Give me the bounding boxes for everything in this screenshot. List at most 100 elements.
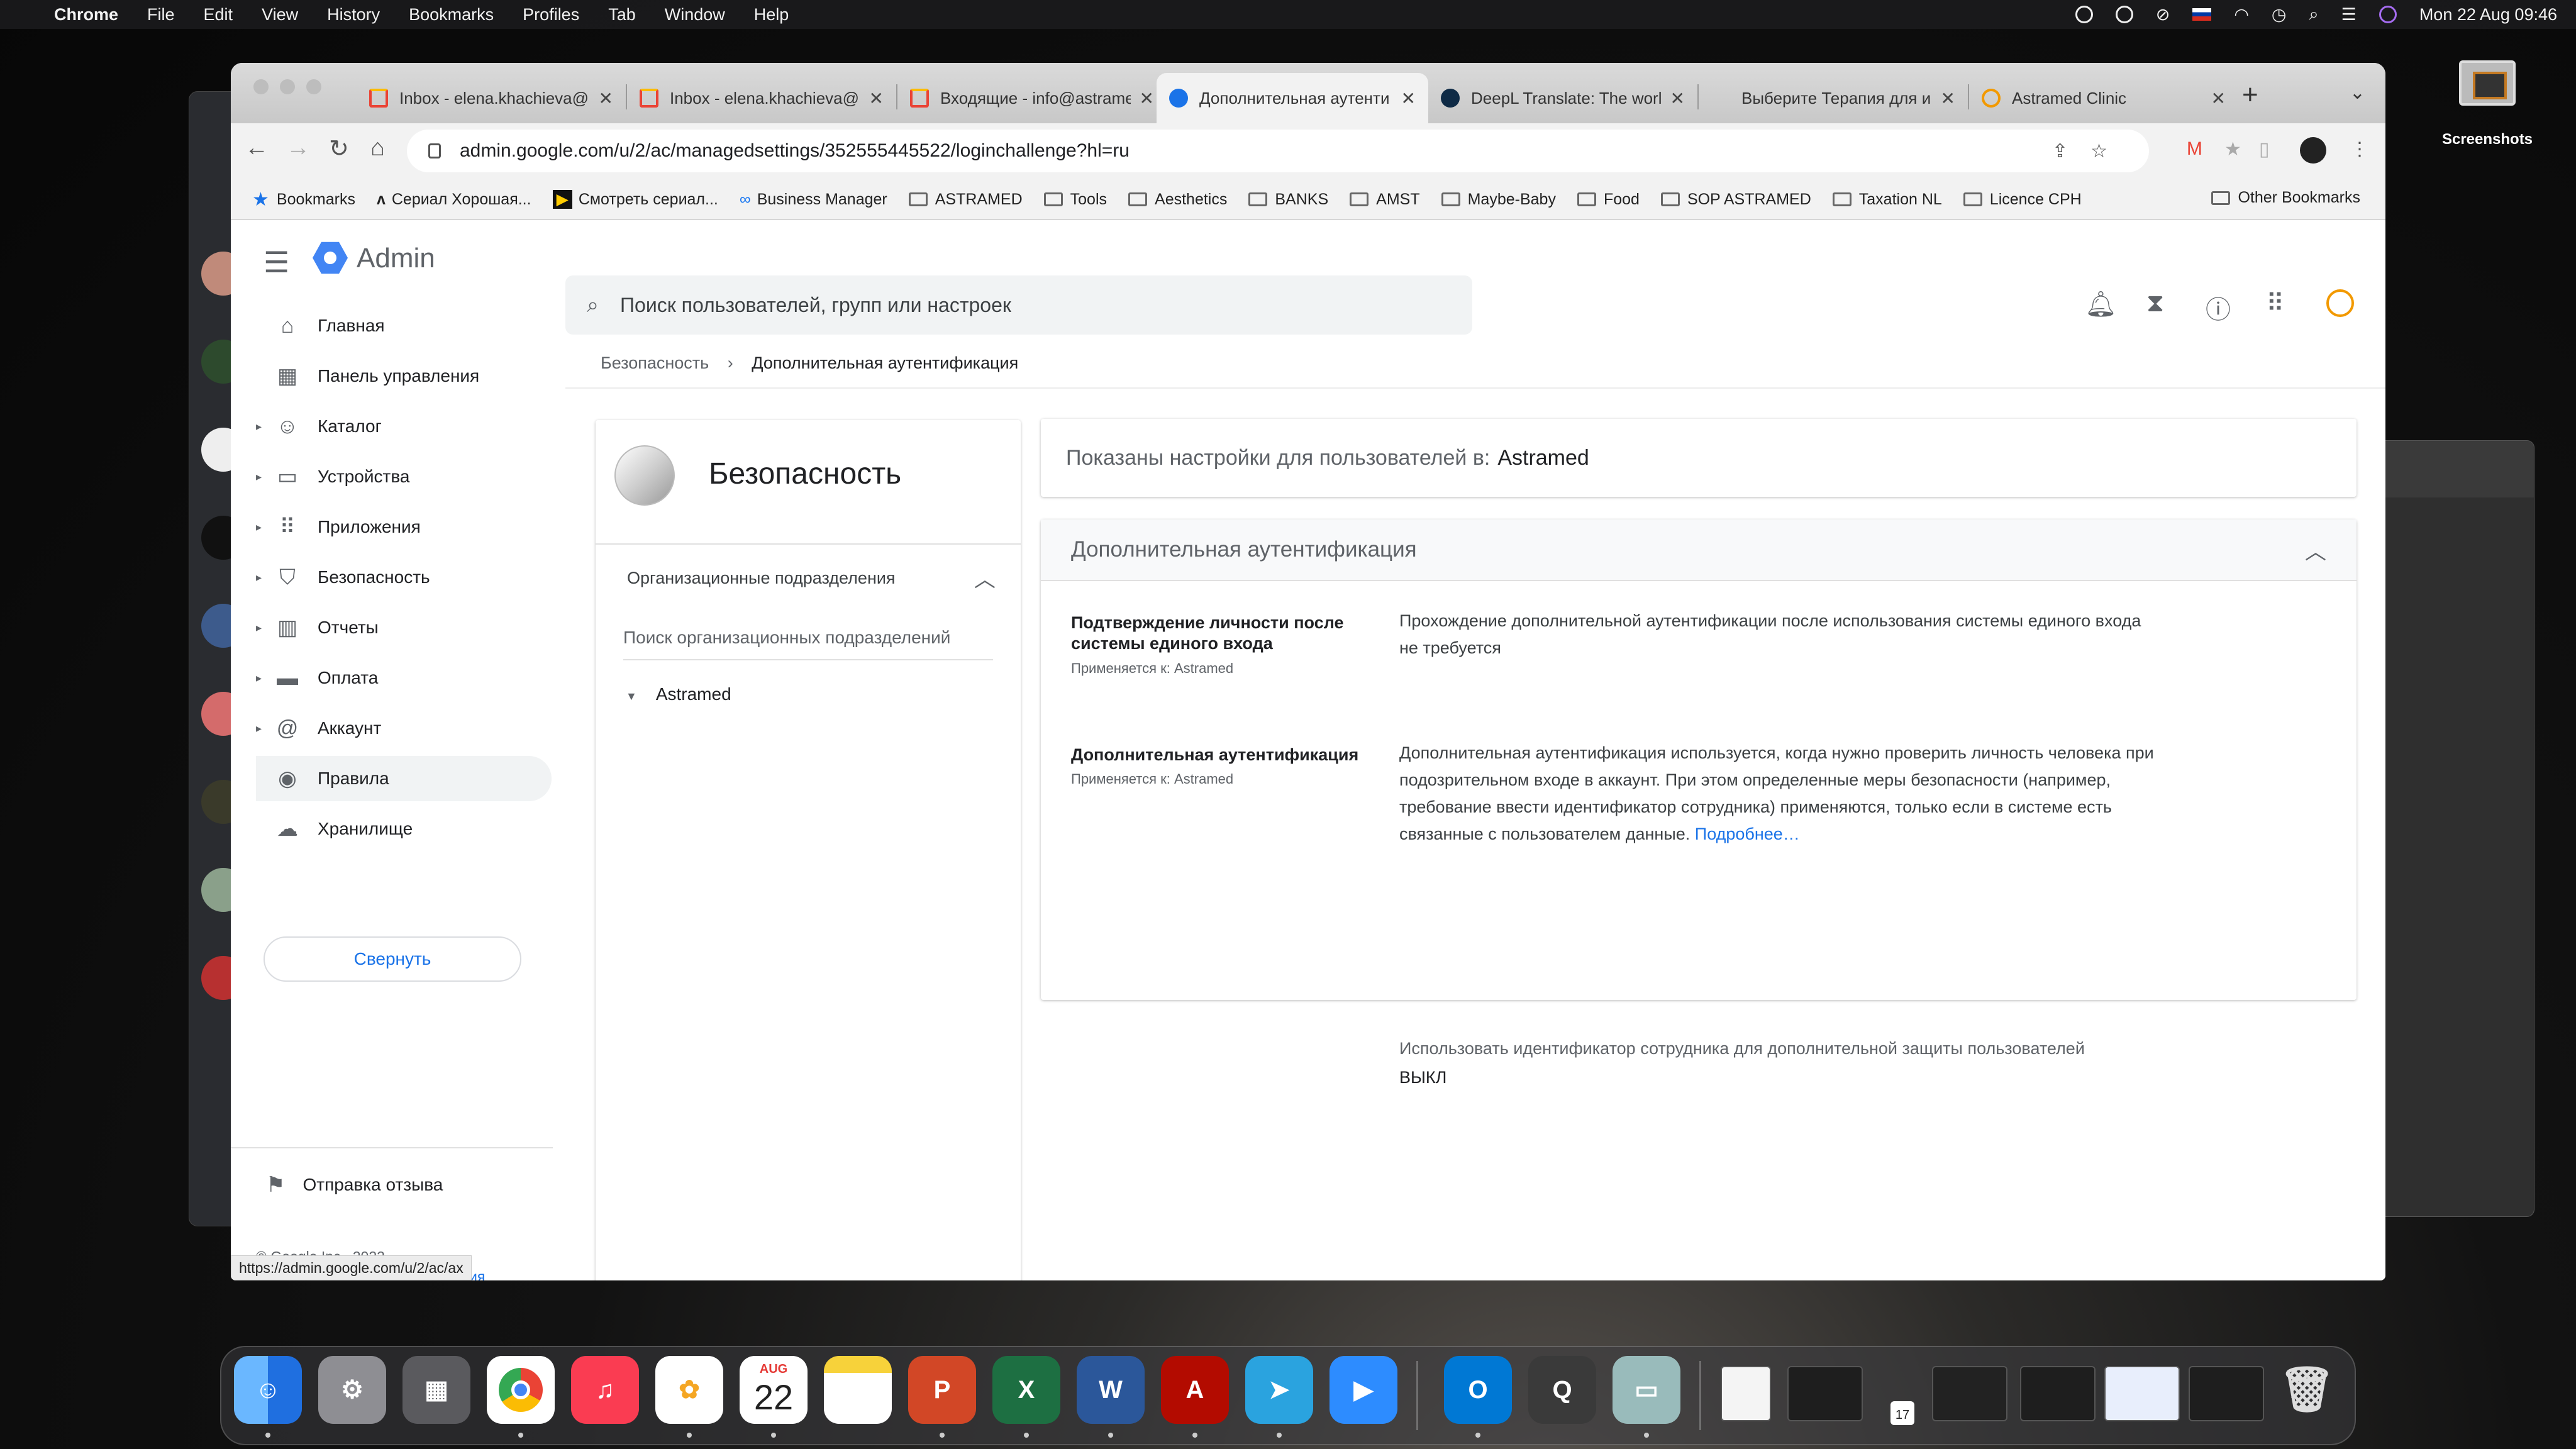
- excel-icon[interactable]: X: [992, 1356, 1060, 1424]
- ou-header[interactable]: Организационные подразделения: [627, 569, 896, 588]
- close-window-button[interactable]: [253, 79, 269, 94]
- telegram-status-icon[interactable]: [2115, 6, 2133, 23]
- creative-cloud-icon[interactable]: [2075, 6, 2093, 23]
- bookmark-folder-licence[interactable]: Licence CPH: [1963, 191, 2082, 209]
- notifications-bell-icon[interactable]: 🔔︎: [2085, 289, 2117, 319]
- bookmark-folder-aesthetics[interactable]: Aesthetics: [1128, 191, 1227, 209]
- quicktime-icon[interactable]: Q: [1528, 1356, 1596, 1424]
- nav-devices[interactable]: ▸ ▭ Устройства: [256, 454, 552, 499]
- notes-icon[interactable]: [824, 1356, 892, 1424]
- bookmark-bookmarks[interactable]: ★ Bookmarks: [252, 189, 355, 211]
- powerpoint-icon[interactable]: P: [908, 1356, 976, 1424]
- address-bar[interactable]: admin.google.com/u/2/ac/managedsettings/…: [407, 130, 2149, 172]
- system-preferences-icon[interactable]: ⚙: [318, 1356, 386, 1424]
- document-thumbnail[interactable]: [1721, 1366, 1771, 1421]
- bookmark-folder-maybe-baby[interactable]: Maybe-Baby: [1441, 191, 1556, 209]
- extensions-icon[interactable]: ▯: [2259, 138, 2270, 160]
- chrome-icon[interactable]: [487, 1356, 555, 1424]
- gmail-extension-icon[interactable]: M: [2187, 138, 2202, 160]
- menu-file[interactable]: File: [147, 5, 175, 25]
- admin-logo-text[interactable]: Admin: [357, 243, 435, 274]
- nav-home[interactable]: ⌂ Главная: [256, 303, 552, 348]
- back-icon[interactable]: ←: [245, 135, 269, 162]
- window-thumbnail[interactable]: [1932, 1366, 2007, 1421]
- caret-down-icon[interactable]: ▼: [626, 690, 637, 702]
- learn-more-link[interactable]: Подробнее…: [1695, 824, 1800, 843]
- nav-account[interactable]: ▸ @ Аккаунт: [256, 706, 552, 751]
- bookmark-folder-amst[interactable]: AMST: [1350, 191, 1420, 209]
- screenshots-folder-icon[interactable]: [2459, 60, 2516, 106]
- tasks-hourglass-icon[interactable]: ⧗: [2146, 289, 2164, 318]
- finder-icon[interactable]: ☺: [234, 1356, 302, 1424]
- nav-rules[interactable]: ◉ Правила: [256, 756, 552, 801]
- siri-icon[interactable]: [2379, 6, 2397, 23]
- tab-deepl[interactable]: DeepL Translate: The worl ✕: [1428, 73, 1697, 123]
- menu-view[interactable]: View: [262, 5, 298, 25]
- close-tab-icon[interactable]: ✕: [1401, 88, 1416, 109]
- nav-billing[interactable]: ▸ ▬ Оплата: [256, 655, 552, 701]
- account-avatar[interactable]: [2326, 289, 2354, 317]
- collapse-button[interactable]: Свернуть: [264, 936, 521, 982]
- apps-grid-icon[interactable]: ⠿: [2266, 289, 2284, 318]
- menu-help[interactable]: Help: [754, 5, 789, 25]
- control-center-icon[interactable]: ☰: [2341, 5, 2357, 25]
- tab-search-icon[interactable]: ⌄: [2350, 82, 2365, 104]
- close-tab-icon[interactable]: ✕: [1941, 88, 1955, 109]
- bookmark-folder-astramed[interactable]: ASTRAMED: [908, 191, 1023, 209]
- bookmark-business-manager[interactable]: ∞ Business Manager: [740, 191, 887, 209]
- bookmark-folder-taxation[interactable]: Taxation NL: [1832, 191, 1942, 209]
- bookmark-folder-banks[interactable]: BANKS: [1248, 191, 1328, 209]
- help-icon[interactable]: ⓘ: [2206, 289, 2231, 326]
- acrobat-icon[interactable]: A: [1161, 1356, 1229, 1424]
- zoom-window-button[interactable]: [306, 79, 321, 94]
- tab-gmail-inbox-1[interactable]: Inbox - elena.khachieva@ ✕: [357, 73, 626, 123]
- trash-icon[interactable]: 🗑︎: [2273, 1356, 2341, 1424]
- chevron-up-icon[interactable]: ︿: [2305, 535, 2326, 565]
- minimize-window-button[interactable]: [280, 79, 295, 94]
- close-tab-icon[interactable]: ✕: [599, 88, 613, 109]
- tab-gmail-inbox-info[interactable]: Входящие - info@astrame ✕: [897, 73, 1167, 123]
- menu-profiles[interactable]: Profiles: [523, 5, 579, 25]
- background-window-right[interactable]: [2377, 440, 2534, 1217]
- wifi-icon[interactable]: ◠: [2234, 5, 2249, 25]
- admin-search-bar[interactable]: ⌕ Поиск пользователей, групп или настрое…: [565, 275, 1472, 335]
- menu-clock[interactable]: Mon 22 Aug 09:46: [2419, 5, 2557, 25]
- window-thumbnail[interactable]: [2189, 1366, 2264, 1421]
- menu-tab[interactable]: Tab: [608, 5, 636, 25]
- section-header[interactable]: Дополнительная аутентификация ︿: [1041, 519, 2357, 581]
- tab-astramed-clinic[interactable]: Astramed Clinic ✕: [1969, 73, 2238, 123]
- menu-icon[interactable]: ☰: [264, 245, 289, 279]
- forward-icon[interactable]: →: [286, 135, 310, 162]
- ou-tree-item-astramed[interactable]: ▼ Astramed: [626, 684, 731, 704]
- menu-history[interactable]: History: [327, 5, 380, 25]
- nav-reports[interactable]: ▸ ▥ Отчеты: [256, 605, 552, 650]
- nav-dashboard[interactable]: ▦ Панель управления: [256, 353, 552, 399]
- ou-search-input[interactable]: Поиск организационных подразделений: [623, 628, 993, 660]
- bookmark-folder-food[interactable]: Food: [1577, 191, 1640, 209]
- setting-title-sso-verification[interactable]: Подтверждение личности после системы еди…: [1071, 613, 1367, 654]
- bookmark-folder-tools[interactable]: Tools: [1043, 191, 1107, 209]
- nav-storage[interactable]: ☁ Хранилище: [256, 806, 552, 852]
- tab-admin-active[interactable]: Дополнительная аутенти ✕: [1157, 73, 1428, 123]
- nav-apps[interactable]: ▸ ⠿ Приложения: [256, 504, 552, 550]
- setting-title-login-challenge[interactable]: Дополнительная аутентификация: [1071, 745, 1367, 765]
- bookmark-serial-1[interactable]: ʌ Сериал Хорошая...: [377, 191, 531, 209]
- menu-bookmarks[interactable]: Bookmarks: [409, 5, 494, 25]
- close-tab-icon[interactable]: ✕: [869, 88, 884, 109]
- calendar-icon[interactable]: AUG 22: [740, 1356, 808, 1424]
- launchpad-icon[interactable]: ▦: [402, 1356, 470, 1424]
- tab-therapy[interactable]: Выберите Терапия для и ✕: [1699, 73, 1968, 123]
- close-tab-icon[interactable]: ✕: [1140, 88, 1154, 109]
- window-thumbnail[interactable]: [2104, 1366, 2180, 1421]
- profile-avatar[interactable]: [2300, 137, 2326, 164]
- time-machine-icon[interactable]: ◷: [2272, 5, 2287, 25]
- setting-value-login-challenge[interactable]: Дополнительная аутентификация использует…: [1399, 740, 2154, 848]
- menu-edit[interactable]: Edit: [204, 5, 233, 25]
- send-feedback-link[interactable]: ⚑ Отправка отзыва: [266, 1172, 443, 1197]
- tab-gmail-inbox-2[interactable]: Inbox - elena.khachieva@ ✕: [627, 73, 896, 123]
- close-tab-icon[interactable]: ✕: [2211, 88, 2226, 109]
- preview-icon[interactable]: ▭: [1613, 1356, 1680, 1424]
- menu-window[interactable]: Window: [665, 5, 725, 25]
- window-thumbnail[interactable]: [2020, 1366, 2096, 1421]
- photos-icon[interactable]: ✿: [655, 1356, 723, 1424]
